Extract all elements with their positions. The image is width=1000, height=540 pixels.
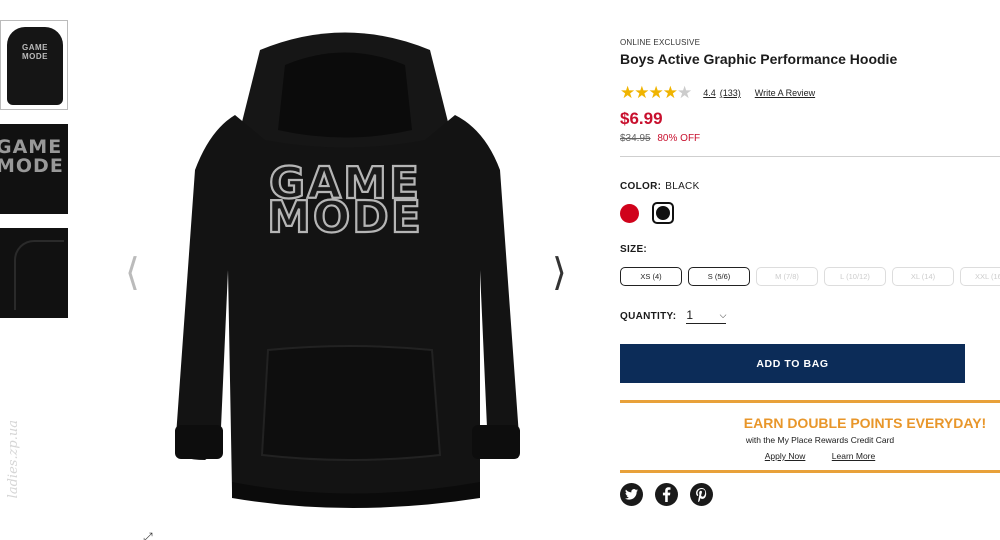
watermark: ladies.zp.ua [6, 420, 21, 499]
graphic-text-line2: MODE [267, 192, 423, 243]
size-label: SIZE: [620, 244, 648, 255]
thumbnail-text-line2: MODE [22, 52, 48, 61]
size-option-xs[interactable]: XS (4) [620, 267, 682, 286]
promo-headline: EARN DOUBLE POINTS EVERYDAY! [743, 415, 987, 431]
thumbnail-closeup-text: GAME MODE [0, 138, 64, 176]
next-image-arrow-icon[interactable]: ⟩ [552, 250, 567, 294]
product-title: Boys Active Graphic Performance Hoodie [620, 51, 898, 67]
color-swatch-red[interactable] [620, 203, 639, 223]
color-label-row: COLOR: BLACK [620, 181, 1000, 192]
selected-color-value: BLACK [665, 181, 700, 192]
original-price: $34.95 [620, 133, 651, 144]
rating-value-link[interactable]: 4.4 [703, 88, 716, 98]
discount-percent: 80% OFF [657, 133, 701, 144]
quantity-select[interactable]: 1 ⌵ [686, 308, 727, 324]
quantity-row: QUANTITY: 1 ⌵ [620, 308, 1000, 324]
social-share [620, 483, 1000, 506]
divider [620, 156, 1000, 157]
pinterest-icon[interactable] [690, 483, 713, 506]
original-price-row: $34.95 80% OFF [620, 133, 1000, 144]
thumbnail-graphic-closeup[interactable]: GAME MODE [0, 124, 68, 214]
color-label: COLOR: [620, 181, 662, 192]
quantity-label: QUANTITY: [620, 310, 677, 322]
thumbnail-list: GAME MODE GAME MODE [0, 20, 70, 332]
size-options: XS (4) S (5/6) M (7/8) L (10/12) XL (14)… [620, 267, 1000, 286]
color-swatch-black-dot [656, 206, 670, 220]
chevron-down-icon: ⌵ [719, 310, 727, 320]
color-swatch-black-selected[interactable] [652, 202, 674, 224]
size-option-s[interactable]: S (5/6) [688, 267, 750, 286]
color-swatches [620, 202, 1000, 224]
hoodie-thumbnail-image [7, 27, 63, 105]
expand-image-icon[interactable]: ⤢ [143, 530, 153, 540]
rewards-promo: EARN DOUBLE POINTS EVERYDAY! with the My… [620, 400, 1000, 473]
promo-subtext: with the My Place Rewards Credit Card [745, 435, 895, 445]
add-to-bag-button[interactable]: ADD TO BAG [620, 344, 965, 383]
write-review-link[interactable]: Write A Review [755, 88, 815, 98]
thumbnail-pocket-closeup[interactable] [0, 228, 68, 318]
size-option-xl[interactable]: XL (14) [892, 267, 954, 286]
product-details-panel: ONLINE EXCLUSIVE Boys Active Graphic Per… [620, 38, 1000, 506]
online-exclusive-label: ONLINE EXCLUSIVE [620, 38, 701, 47]
star-rating-icon: ★★★★★ [620, 83, 692, 102]
main-product-image: GAME MODE [175, 32, 520, 508]
review-count-link[interactable]: (133) [720, 88, 741, 98]
size-option-m[interactable]: M (7/8) [756, 267, 818, 286]
thumbnail-closeup-line2: MODE [0, 155, 64, 177]
sale-price: $6.99 [620, 109, 663, 128]
promo-links: Apply Now Learn More [620, 451, 1000, 461]
thumbnail-front[interactable]: GAME MODE [0, 20, 68, 110]
facebook-icon[interactable] [655, 483, 678, 506]
size-option-l[interactable]: L (10/12) [824, 267, 886, 286]
thumbnail-text-line1: GAME [22, 43, 48, 52]
quantity-value: 1 [686, 308, 694, 322]
rating-row: ★★★★★ 4.4 (133) Write A Review [620, 83, 1000, 103]
pocket-detail-image [14, 240, 64, 310]
twitter-icon[interactable] [620, 483, 643, 506]
learn-more-link[interactable]: Learn More [832, 451, 875, 461]
apply-now-link[interactable]: Apply Now [765, 451, 806, 461]
previous-image-arrow-icon[interactable]: ⟨ [125, 250, 140, 294]
size-option-xxl[interactable]: XXL (16) [960, 267, 1000, 286]
thumbnail-graphic-text: GAME MODE [15, 43, 55, 61]
